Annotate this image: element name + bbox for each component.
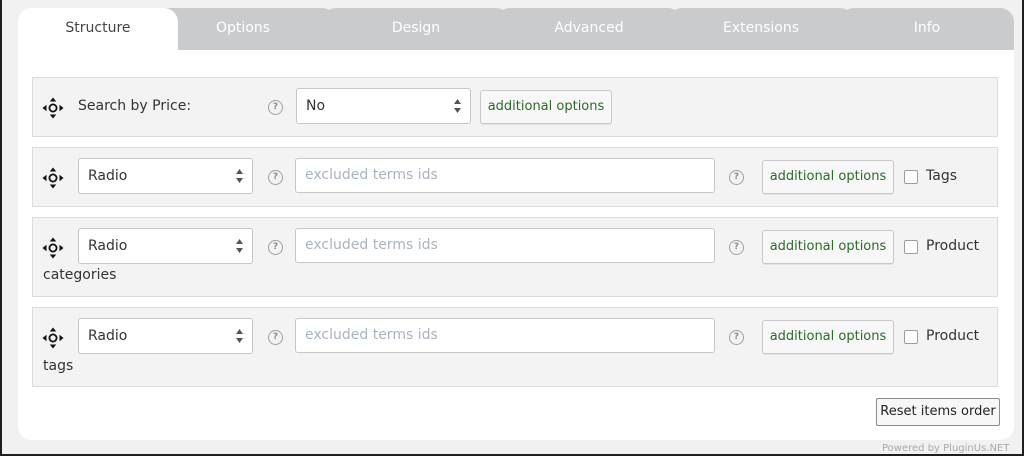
additional-options-button[interactable]: additional options xyxy=(480,90,612,124)
excluded-terms-input[interactable]: excluded terms ids xyxy=(295,158,715,193)
row-product-tags: Radio ? excluded terms ids ? additional … xyxy=(32,307,998,387)
up-down-arrows-icon xyxy=(236,329,243,343)
select-value: Radio xyxy=(88,238,128,254)
checkbox-label-wrap: tags xyxy=(43,358,74,374)
checkbox-label: Tags xyxy=(926,168,957,184)
excluded-terms-placeholder: excluded terms ids xyxy=(305,237,438,253)
help-icon[interactable]: ? xyxy=(268,330,283,345)
row-search-by-price: Search by Price: ? No additional options xyxy=(32,77,998,137)
checkbox-label: Product xyxy=(926,238,980,254)
display-type-select[interactable]: Radio xyxy=(78,318,253,354)
tab-design[interactable]: Design xyxy=(322,8,510,50)
drag-handle-icon[interactable] xyxy=(41,96,65,120)
additional-options-button[interactable]: additional options xyxy=(762,320,894,354)
tab-structure[interactable]: Structure xyxy=(18,8,178,50)
row-product-categories: Radio ? excluded terms ids ? additional … xyxy=(32,217,998,297)
drag-handle-icon[interactable] xyxy=(41,326,65,350)
tags-checkbox[interactable] xyxy=(904,170,918,184)
drag-handle-icon[interactable] xyxy=(41,166,65,190)
display-type-select[interactable]: Radio xyxy=(78,228,253,264)
tab-info[interactable]: Info xyxy=(840,8,1014,50)
help-icon[interactable]: ? xyxy=(729,170,744,185)
tab-advanced[interactable]: Advanced xyxy=(496,8,682,50)
product-tags-checkbox[interactable] xyxy=(904,330,918,344)
reset-items-order-button[interactable]: Reset items order xyxy=(876,398,1000,426)
checkbox-label-wrap: categories xyxy=(43,267,117,283)
search-by-price-select[interactable]: No xyxy=(296,88,471,124)
help-icon[interactable]: ? xyxy=(268,100,283,115)
select-value: No xyxy=(306,98,326,114)
select-value: Radio xyxy=(88,328,128,344)
search-by-price-label: Search by Price: xyxy=(78,98,192,114)
help-icon[interactable]: ? xyxy=(729,240,744,255)
additional-options-button[interactable]: additional options xyxy=(762,160,894,194)
excluded-terms-placeholder: excluded terms ids xyxy=(305,327,438,343)
additional-options-button[interactable]: additional options xyxy=(762,230,894,264)
excluded-terms-input[interactable]: excluded terms ids xyxy=(295,228,715,263)
drag-handle-icon[interactable] xyxy=(41,236,65,260)
structure-panel: Search by Price: ? No additional options xyxy=(18,50,1014,440)
excluded-terms-placeholder: excluded terms ids xyxy=(305,167,438,183)
help-icon[interactable]: ? xyxy=(729,330,744,345)
tab-bar: Info Extensions Advanced Design Options … xyxy=(18,8,1014,50)
up-down-arrows-icon xyxy=(236,169,243,183)
powered-by-link[interactable]: Powered by PluginUs.NET xyxy=(882,443,1009,454)
select-value: Radio xyxy=(88,168,128,184)
up-down-arrows-icon xyxy=(454,99,461,113)
help-icon[interactable]: ? xyxy=(268,240,283,255)
row-tags: Radio ? excluded terms ids ? additional … xyxy=(32,147,998,207)
product-categories-checkbox[interactable] xyxy=(904,240,918,254)
help-icon[interactable]: ? xyxy=(268,170,283,185)
excluded-terms-input[interactable]: excluded terms ids xyxy=(295,318,715,353)
display-type-select[interactable]: Radio xyxy=(78,158,253,194)
up-down-arrows-icon xyxy=(236,239,243,253)
plugin-settings-frame: Info Extensions Advanced Design Options … xyxy=(2,0,1022,454)
tab-extensions[interactable]: Extensions xyxy=(668,8,854,50)
checkbox-label: Product xyxy=(926,328,980,344)
